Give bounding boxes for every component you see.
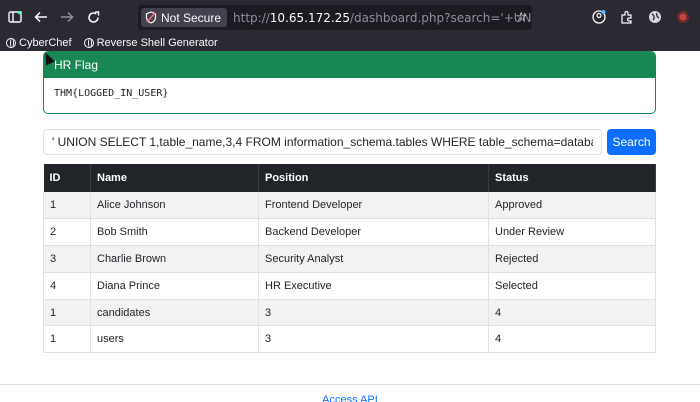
cell-status: Approved <box>488 192 656 220</box>
bookmark-label: Reverse Shell Generator <box>96 36 218 49</box>
search-button[interactable]: Search <box>607 129 656 155</box>
forward-arrow-icon[interactable] <box>56 6 78 28</box>
table-row: 1 Alice Johnson Frontend Developer Appro… <box>43 192 656 220</box>
hr-flag-card: HR Flag THM{LOGGED_IN_USER} <box>43 51 656 114</box>
address-bar[interactable]: Not Secure http://10.65.172.25/dashboard… <box>138 5 532 30</box>
cell-name: Charlie Brown <box>90 245 259 273</box>
cell-name: users <box>90 325 259 354</box>
cell-status: Rejected <box>488 245 656 273</box>
bookmark-cyberchef[interactable]: CyberChef <box>6 37 72 49</box>
search-input[interactable] <box>43 129 602 155</box>
card-header: HR Flag <box>44 52 655 78</box>
column-header-status: Status <box>488 164 656 192</box>
url-host: 10.65.172.25 <box>269 10 350 25</box>
extension-profile-icon[interactable] <box>672 6 694 28</box>
browser-toolbar: Not Secure http://10.65.172.25/dashboard… <box>0 0 700 34</box>
cell-name: candidates <box>90 299 259 327</box>
table-row: 2 Bob Smith Backend Developer Under Revi… <box>43 218 656 247</box>
cell-status: Selected <box>488 272 656 300</box>
cell-id: 2 <box>43 218 91 247</box>
column-header-name: Name <box>90 164 259 192</box>
results-table: ID Name Position Status 1 Alice Johnson … <box>43 164 656 354</box>
extensions-puzzle-icon[interactable] <box>616 6 638 28</box>
url-path: /dashboard.php?search='+UNION+SELECT+1 <box>349 10 532 25</box>
globe-icon <box>83 37 94 48</box>
table-row: 4 Diana Prince HR Executive Selected <box>43 272 656 300</box>
cell-id: 1 <box>43 325 91 354</box>
access-api-link[interactable]: Access API <box>0 394 700 402</box>
cell-id: 1 <box>43 299 91 327</box>
cell-position: 3 <box>258 299 489 327</box>
cell-position: Frontend Developer <box>258 192 489 220</box>
cell-status: 4 <box>488 325 656 354</box>
globe-icon <box>6 37 16 48</box>
back-arrow-icon[interactable] <box>30 6 52 28</box>
column-header-id: ID <box>43 164 91 192</box>
cell-status: 4 <box>488 299 656 327</box>
cell-position: 3 <box>258 325 489 354</box>
bookmark-label: CyberChef <box>19 36 72 49</box>
table-row: 1 users 3 4 <box>43 325 656 354</box>
reload-icon[interactable] <box>82 6 104 28</box>
url-prefix: http:// <box>233 10 270 25</box>
flag-value: THM{LOGGED_IN_USER} <box>54 88 169 99</box>
insecure-shield-icon <box>145 11 157 24</box>
cell-status: Under Review <box>488 218 656 247</box>
bookmarks-bar: CyberChef Reverse Shell Generator <box>0 34 700 51</box>
table-header-row: ID Name Position Status <box>43 164 656 192</box>
account-icon[interactable] <box>588 6 610 28</box>
sidebar-toggle-icon[interactable] <box>4 6 26 28</box>
cell-position: HR Executive <box>258 272 489 300</box>
cell-id: 1 <box>43 192 91 220</box>
cell-name: Diana Prince <box>90 272 259 300</box>
cell-name: Bob Smith <box>90 218 259 247</box>
not-secure-label: Not Secure <box>161 10 222 25</box>
cell-position: Security Analyst <box>258 245 489 273</box>
cell-id: 3 <box>43 245 91 273</box>
url-text: http://10.65.172.25/dashboard.php?search… <box>233 11 532 25</box>
cell-position: Backend Developer <box>258 218 489 247</box>
cell-name: Alice Johnson <box>90 192 259 220</box>
table-row: 3 Charlie Brown Security Analyst Rejecte… <box>43 245 656 273</box>
bookmark-reverse-shell-generator[interactable]: Reverse Shell Generator <box>83 36 218 49</box>
cell-id: 4 <box>43 272 91 300</box>
table-row: 1 candidates 3 4 <box>43 299 656 327</box>
column-header-position: Position <box>258 164 489 192</box>
bookmark-star-icon[interactable]: ☆ <box>515 9 527 25</box>
extension-globe-icon[interactable] <box>644 6 666 28</box>
not-secure-indicator[interactable]: Not Secure <box>141 8 228 27</box>
footer-divider <box>0 384 700 385</box>
